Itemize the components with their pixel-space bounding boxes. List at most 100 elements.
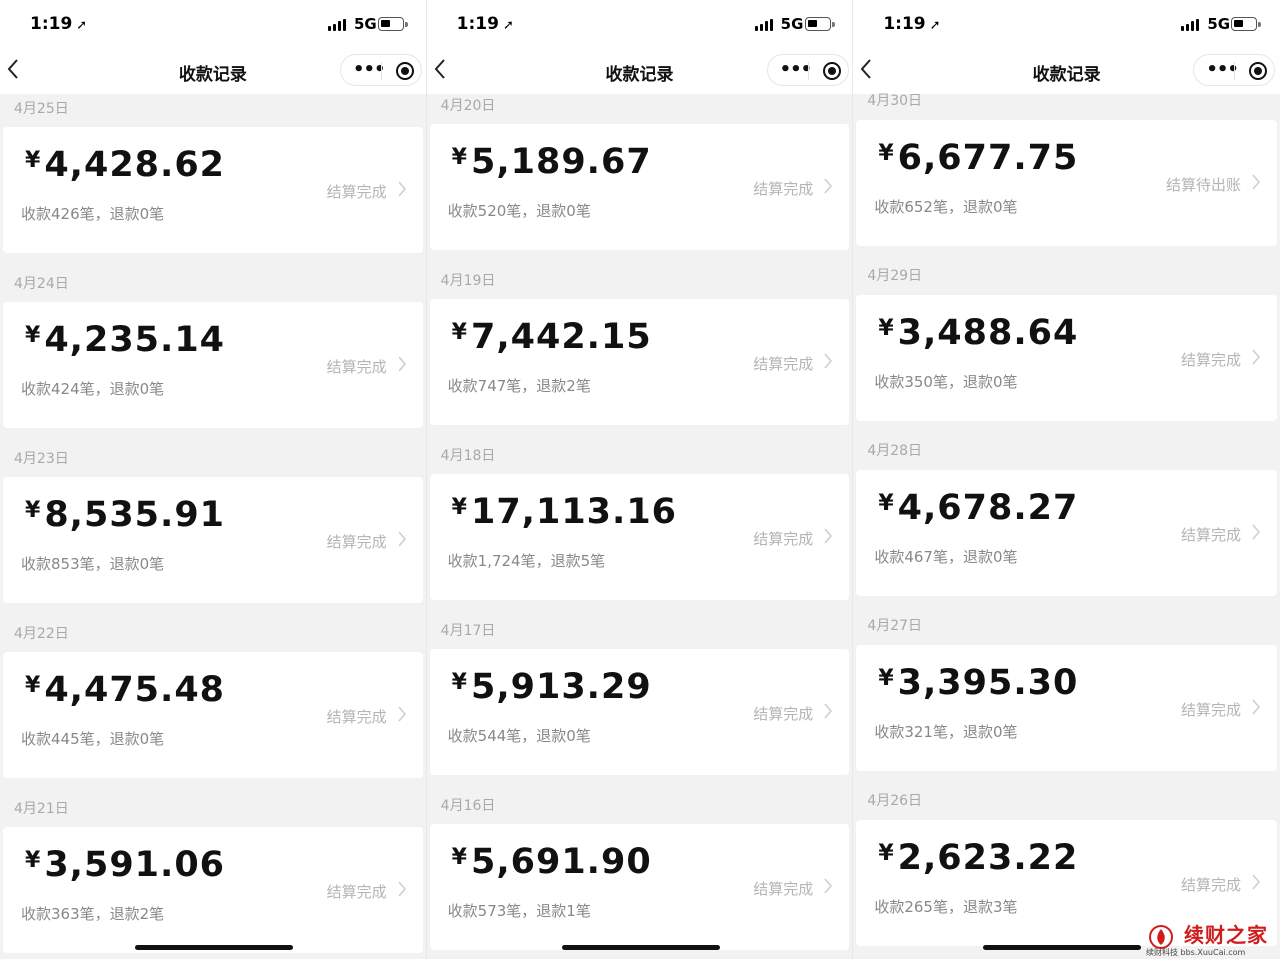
settlement-status: 结算完成 — [753, 880, 814, 898]
target-circle-icon[interactable] — [822, 62, 841, 80]
amount: ¥5,189.67 — [452, 142, 652, 182]
record-card[interactable]: ¥3,488.64 收款350笔，退款0笔 结算完成 — [856, 295, 1277, 421]
amount-value: 2,623.22 — [897, 838, 1079, 878]
record-summary: 收款363笔，退款2笔 — [21, 905, 165, 923]
capsule-divider — [807, 62, 809, 80]
currency-symbol: ¥ — [451, 845, 467, 870]
screenshot-collage: 1:19 ➚ 5G 收款记录 ••• 4月25日 ¥4,428.62 收款426笔… — [0, 0, 1280, 959]
record-card[interactable]: ¥6,677.75 收款652笔，退款0笔 结算待出账 — [856, 120, 1277, 246]
amount: ¥3,488.64 — [878, 313, 1078, 353]
record-card[interactable]: ¥4,475.48 收款445笔，退款0笔 结算完成 — [3, 652, 423, 778]
record-card[interactable]: ¥3,591.06 收款363笔，退款2笔 结算完成 — [3, 827, 423, 953]
record-summary: 收款652笔，退款0笔 — [874, 198, 1018, 216]
network-type: 5G — [1207, 15, 1231, 33]
phone-panel-2: 1:19 ➚ 5G 收款记录 ••• 4月20日 ¥5,189.67 收款520笔… — [426, 0, 854, 959]
settlement-status: 结算完成 — [326, 708, 387, 726]
record-card[interactable]: ¥4,678.27 收款467笔，退款0笔 结算完成 — [856, 470, 1277, 596]
record-summary: 收款350笔，退款0笔 — [874, 373, 1018, 391]
status-time: 1:19 ➚ — [456, 14, 514, 34]
phone-panel-1: 1:19 ➚ 5G 收款记录 ••• 4月25日 ¥4,428.62 收款426笔… — [0, 0, 427, 959]
amount-value: 17,113.16 — [470, 492, 678, 532]
chevron-right-icon — [398, 881, 407, 902]
record-card[interactable]: ¥5,913.29 收款544笔，退款0笔 结算完成 — [429, 649, 850, 775]
date-label: 4月27日 — [867, 618, 923, 634]
home-indicator[interactable] — [983, 945, 1142, 950]
battery-icon — [378, 17, 408, 31]
capsule-divider — [1234, 62, 1236, 80]
record-summary: 收款544笔，退款0笔 — [447, 727, 591, 745]
record-card[interactable]: ¥8,535.91 收款853笔，退款0笔 结算完成 — [3, 477, 423, 603]
status-bar: 1:19 ➚ 5G — [853, 0, 1280, 48]
more-dots-icon[interactable]: ••• — [1206, 61, 1239, 79]
currency-symbol: ¥ — [451, 320, 467, 345]
phone-panel-3: 1:19 ➚ 5G 收款记录 ••• 4月30日 ¥6,677.75 收款652笔… — [853, 0, 1280, 959]
chevron-right-icon — [824, 178, 833, 199]
settlement-status: 结算完成 — [753, 180, 814, 198]
settlement-status: 结算完成 — [1180, 351, 1241, 369]
record-card[interactable]: ¥5,189.67 收款520笔，退款0笔 结算完成 — [429, 124, 850, 250]
settlement-status: 结算完成 — [753, 705, 814, 723]
currency-symbol: ¥ — [25, 323, 41, 348]
record-card[interactable]: ¥3,395.30 收款321笔，退款0笔 结算完成 — [856, 645, 1277, 771]
record-summary: 收款426笔，退款0笔 — [21, 205, 165, 223]
chevron-right-icon — [824, 878, 833, 899]
amount: ¥3,395.30 — [878, 663, 1078, 703]
chevron-right-icon — [824, 353, 833, 374]
watermark-subtext: 续财科技 bbs.XuuCai.com — [1145, 948, 1246, 957]
settlement-status: 结算完成 — [1180, 701, 1241, 719]
nav-bar: 收款记录 ••• — [853, 48, 1280, 94]
record-card[interactable]: ¥7,442.15 收款747笔，退款2笔 结算完成 — [429, 299, 850, 425]
currency-symbol: ¥ — [451, 145, 467, 170]
currency-symbol: ¥ — [25, 498, 41, 523]
settlement-status: 结算完成 — [326, 883, 387, 901]
network-type: 5G — [354, 15, 377, 33]
currency-symbol: ¥ — [878, 491, 894, 516]
more-dots-icon[interactable]: ••• — [780, 61, 813, 79]
settlement-status: 结算待出账 — [1165, 176, 1241, 194]
date-label: 4月25日 — [14, 101, 69, 117]
more-dots-icon[interactable]: ••• — [353, 61, 386, 79]
record-summary: 收款520笔，退款0笔 — [447, 202, 591, 220]
currency-symbol: ¥ — [878, 141, 894, 166]
amount: ¥8,535.91 — [25, 495, 225, 535]
chevron-right-icon — [1252, 699, 1261, 720]
chevron-right-icon — [1252, 174, 1261, 195]
date-label: 4月22日 — [14, 626, 69, 642]
mini-program-capsule: ••• — [340, 54, 422, 86]
record-summary: 收款321笔，退款0笔 — [874, 723, 1018, 741]
amount: ¥4,475.48 — [25, 670, 225, 710]
home-indicator[interactable] — [135, 945, 293, 950]
chevron-right-icon — [398, 531, 407, 552]
amount-value: 5,913.29 — [470, 667, 652, 707]
capsule-divider — [381, 62, 382, 80]
date-label: 4月18日 — [440, 448, 496, 464]
status-bar: 1:19 ➚ 5G — [426, 0, 853, 48]
record-card[interactable]: ¥4,235.14 收款424笔，退款0笔 结算完成 — [3, 302, 423, 428]
record-card[interactable]: ¥5,691.90 收款573笔，退款1笔 结算完成 — [429, 824, 850, 950]
chevron-right-icon — [1252, 349, 1261, 370]
target-circle-icon[interactable] — [1249, 62, 1268, 80]
status-time: 1:19 ➚ — [883, 14, 941, 34]
nav-bar: 收款记录 ••• — [426, 48, 853, 94]
battery-icon — [804, 17, 835, 31]
record-summary: 收款265笔，退款3笔 — [874, 898, 1018, 916]
home-indicator[interactable] — [561, 945, 720, 950]
amount: ¥17,113.16 — [452, 492, 677, 532]
record-summary: 收款424笔，退款0笔 — [21, 380, 165, 398]
settlement-status: 结算完成 — [326, 183, 387, 201]
amount: ¥7,442.15 — [452, 317, 652, 357]
mini-program-capsule: ••• — [1193, 54, 1276, 86]
currency-symbol: ¥ — [25, 148, 41, 173]
target-circle-icon[interactable] — [396, 62, 414, 80]
chevron-right-icon — [398, 706, 407, 727]
cellular-signal-icon — [1181, 19, 1200, 31]
status-time: 1:19 ➚ — [30, 14, 88, 34]
currency-symbol: ¥ — [25, 673, 41, 698]
currency-symbol: ¥ — [878, 666, 894, 691]
record-card[interactable]: ¥17,113.16 收款1,724笔，退款5笔 结算完成 — [429, 474, 850, 600]
currency-symbol: ¥ — [451, 670, 467, 695]
record-card[interactable]: ¥4,428.62 收款426笔，退款0笔 结算完成 — [3, 127, 423, 253]
amount: ¥6,677.75 — [878, 138, 1078, 178]
chevron-right-icon — [1252, 524, 1261, 545]
amount: ¥5,913.29 — [452, 667, 652, 707]
